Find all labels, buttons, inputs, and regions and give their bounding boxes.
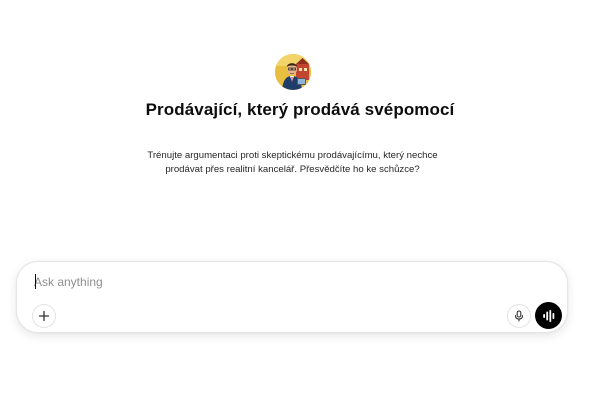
salesman-avatar-icon [275, 54, 311, 90]
microphone-icon [514, 310, 524, 322]
voice-waveform-icon [542, 309, 554, 322]
add-attachment-button[interactable] [32, 304, 56, 328]
gpt-title: Prodávající, který prodává svépomocí [145, 100, 455, 119]
dictate-button[interactable] [507, 304, 531, 328]
message-composer [16, 261, 568, 333]
prompt-input[interactable] [34, 273, 494, 291]
voice-mode-button[interactable] [535, 302, 562, 329]
plus-icon [38, 310, 50, 322]
text-caret [35, 274, 36, 289]
gpt-description: Trénujte argumentaci proti skeptickému p… [147, 150, 438, 175]
chat-home: Prodávající, který prodává svépomocí Tré… [0, 0, 600, 400]
